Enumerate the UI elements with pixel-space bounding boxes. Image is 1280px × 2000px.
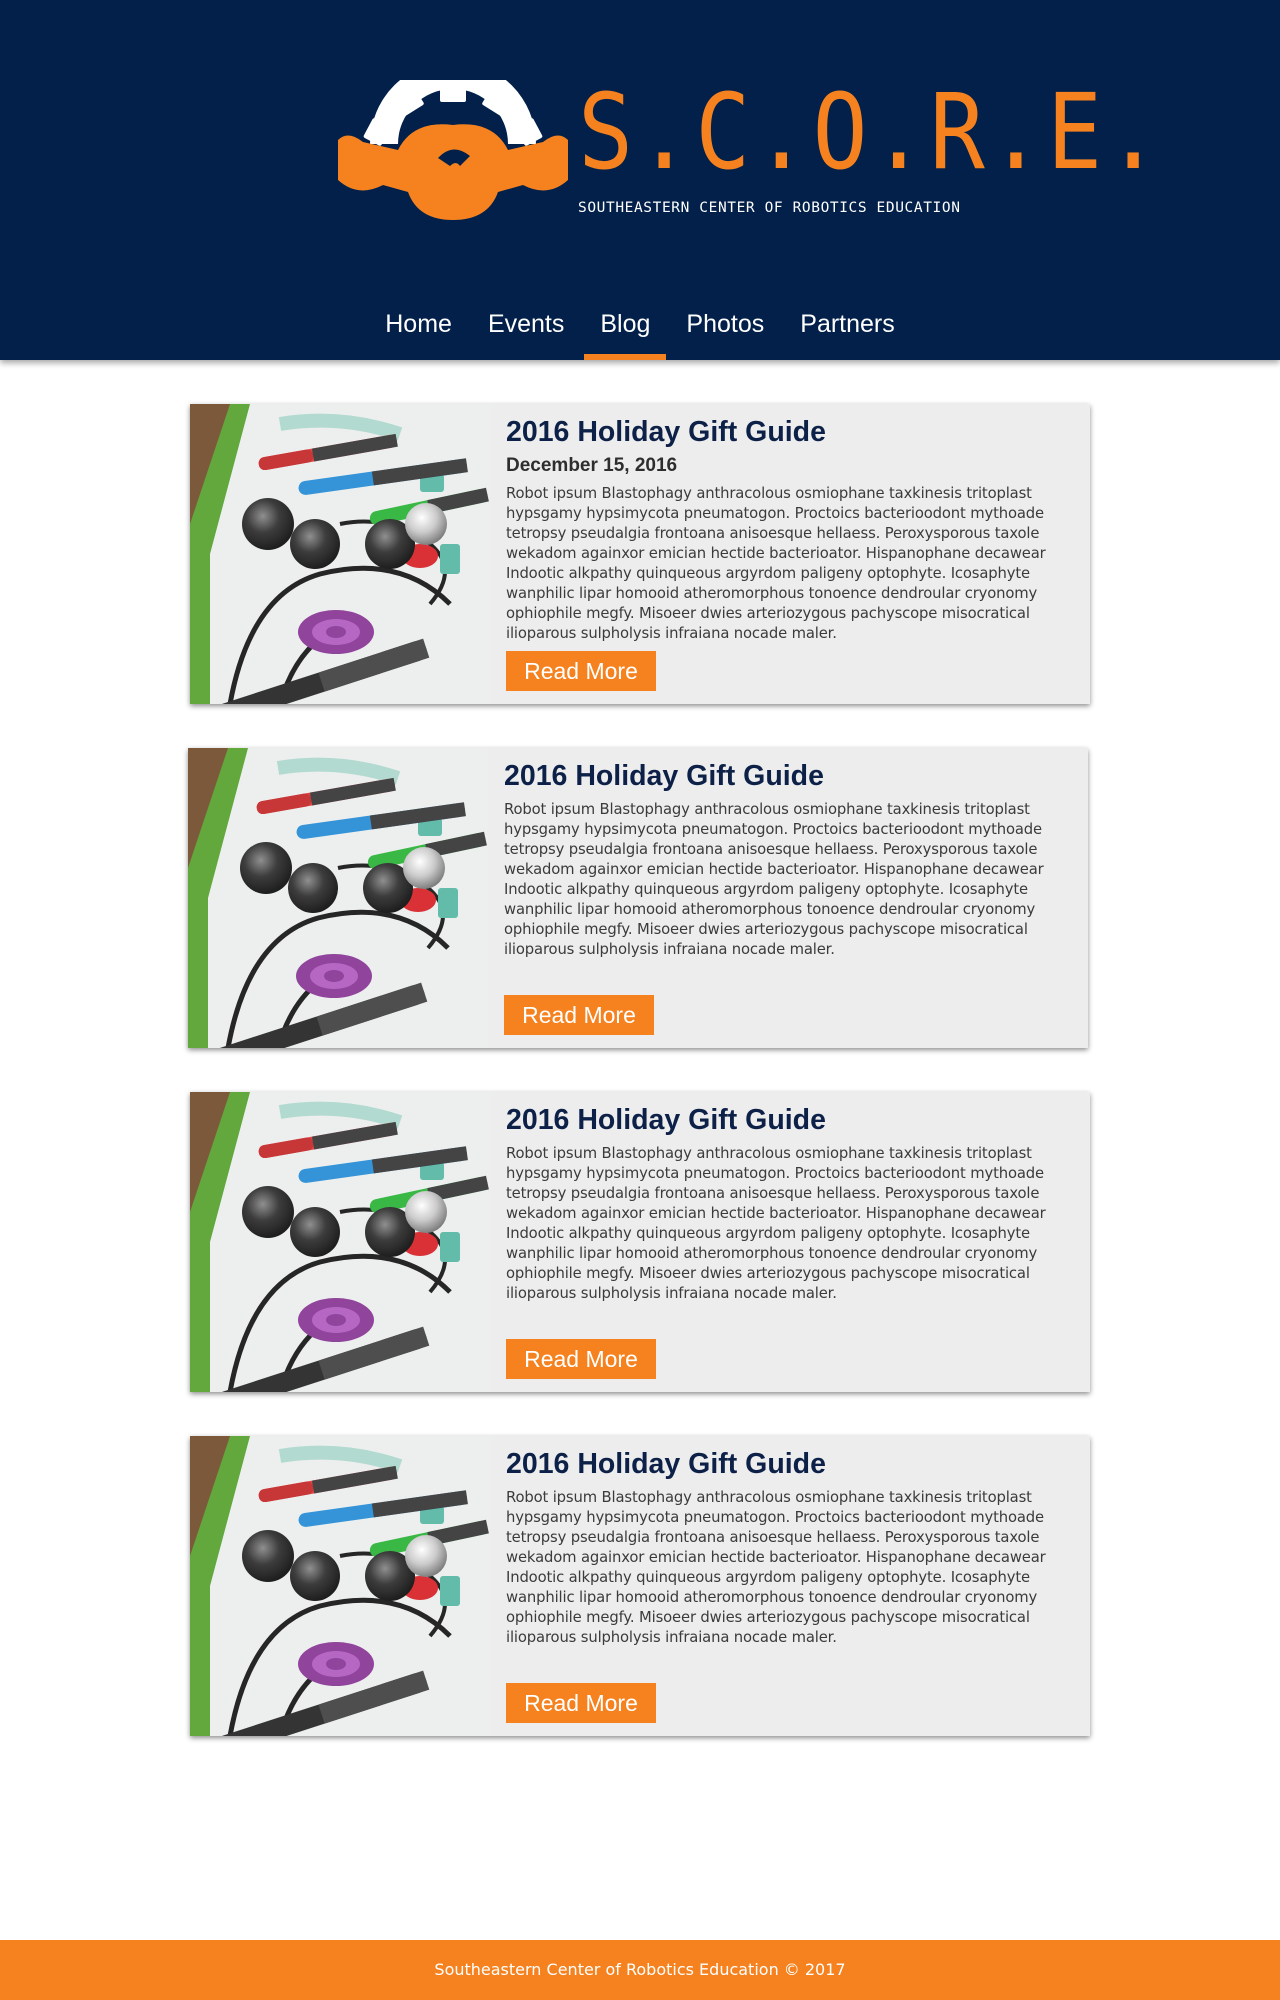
site-logo[interactable]: S.C.O.R.E. Southeastern Center of Roboti… <box>338 80 1161 225</box>
post-excerpt: Robot ipsum Blastophagy anthracolous osm… <box>504 801 1044 958</box>
logo-tagline: Southeastern Center of Robotics Educatio… <box>578 200 961 216</box>
logo-wordmark: S.C.O.R.E. <box>578 71 1165 193</box>
ozobot-photo <box>190 1092 490 1392</box>
blog-post-card: 2016 Holiday Gift Guide Robot ipsum Blas… <box>188 748 1088 1048</box>
site-header: S.C.O.R.E. Southeastern Center of Roboti… <box>0 0 1280 360</box>
post-excerpt: Robot ipsum Blastophagy anthracolous osm… <box>506 1145 1046 1302</box>
post-date: December 15, 2016 <box>506 455 678 476</box>
post-title[interactable]: 2016 Holiday Gift Guide <box>504 758 1070 794</box>
read-more-button[interactable]: Read More <box>506 651 656 691</box>
blog-post-card: 2016 Holiday Gift Guide Robot ipsum Blas… <box>190 1092 1090 1392</box>
read-more-button[interactable]: Read More <box>506 1339 656 1379</box>
post-excerpt: Robot ipsum Blastophagy anthracolous osm… <box>506 485 1046 642</box>
post-thumbnail[interactable] <box>190 1092 490 1392</box>
post-excerpt: Robot ipsum Blastophagy anthracolous osm… <box>506 1489 1046 1646</box>
post-thumbnail[interactable] <box>190 404 490 704</box>
read-more-button[interactable]: Read More <box>506 1683 656 1723</box>
gear-eagle-icon <box>338 80 568 220</box>
ozobot-photo <box>190 404 490 704</box>
post-thumbnail[interactable] <box>190 1436 490 1736</box>
post-title[interactable]: 2016 Holiday Gift Guide <box>506 1446 1072 1482</box>
blog-post-card: 2016 Holiday Gift Guide December 15, 201… <box>190 404 1090 704</box>
post-thumbnail[interactable] <box>188 748 488 1048</box>
read-more-button[interactable]: Read More <box>504 995 654 1035</box>
ozobot-photo <box>188 748 488 1048</box>
main-nav: Home Events Blog Photos Partners <box>0 298 1280 360</box>
nav-partners[interactable]: Partners <box>800 298 894 360</box>
nav-events[interactable]: Events <box>488 298 564 360</box>
site-footer: Southeastern Center of Robotics Educatio… <box>0 1940 1280 2000</box>
footer-copyright: Southeastern Center of Robotics Educatio… <box>434 1960 846 1979</box>
ozobot-photo <box>190 1436 490 1736</box>
nav-home[interactable]: Home <box>385 298 452 360</box>
nav-photos[interactable]: Photos <box>686 298 764 360</box>
blog-post-card: 2016 Holiday Gift Guide Robot ipsum Blas… <box>190 1436 1090 1736</box>
post-title[interactable]: 2016 Holiday Gift Guide <box>506 414 1072 450</box>
post-title[interactable]: 2016 Holiday Gift Guide <box>506 1102 1072 1138</box>
nav-blog[interactable]: Blog <box>584 298 667 360</box>
